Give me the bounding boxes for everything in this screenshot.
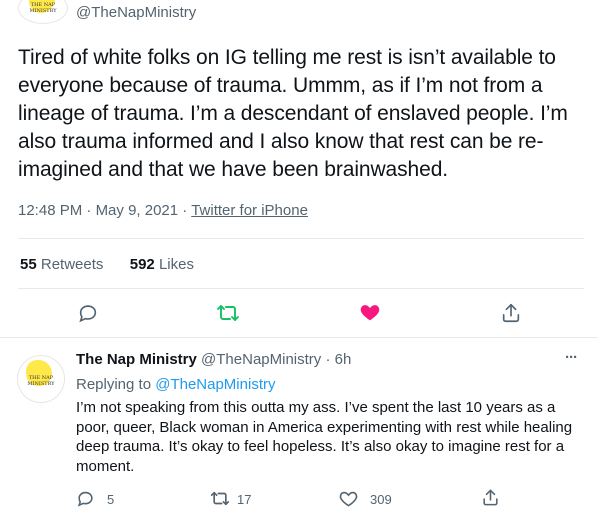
replying-to-handle[interactable]: @TheNapMinistry [155, 376, 275, 393]
more-icon[interactable]: ··· [565, 349, 578, 366]
avatar-text: THE NAP MINISTRY [27, 375, 55, 387]
likes-count: 592 [129, 256, 155, 273]
divider [18, 238, 584, 239]
reply-icon[interactable] [76, 489, 95, 508]
reply-author-name[interactable]: The Nap Ministry [76, 351, 197, 368]
reply-author-handle[interactable]: @TheNapMinistry [201, 351, 321, 368]
reply-text: I’m not speaking from this outta my ass.… [76, 399, 573, 475]
like-icon[interactable] [339, 489, 358, 508]
reply-avatar[interactable]: THE NAP MINISTRY [17, 355, 65, 403]
likes-label: Likes [158, 256, 194, 273]
tweet-handle[interactable]: @TheNapMinistry [76, 4, 196, 21]
divider [18, 288, 584, 289]
retweets-stat[interactable]: 55 Retweets [20, 256, 103, 273]
retweets-label: Retweets [40, 256, 104, 273]
meta-separator: · [182, 202, 188, 219]
reply-count: 5 [107, 492, 115, 507]
like-count: 309 [370, 492, 392, 507]
reply-header: The Nap Ministry @TheNapMinistry · 6h [76, 351, 351, 368]
avatar[interactable]: THE NAP MINISTRY [18, 0, 68, 24]
divider [0, 337, 598, 338]
avatar-text: THE NAP MINISTRY [29, 2, 57, 14]
retweet-icon[interactable] [216, 302, 240, 324]
retweet-icon[interactable] [210, 489, 230, 508]
tweet-date[interactable]: May 9, 2021 [96, 202, 179, 219]
tweet-source-link[interactable]: Twitter for iPhone [191, 202, 308, 219]
likes-stat[interactable]: 592 Likes [130, 256, 194, 273]
tweet-meta: 12:48 PM · May 9, 2021 · Twitter for iPh… [18, 202, 308, 219]
like-icon[interactable] [359, 301, 381, 323]
retweet-count: 17 [237, 492, 252, 507]
share-icon[interactable] [481, 488, 500, 507]
reply-icon[interactable] [77, 302, 99, 324]
meta-separator: · [86, 202, 92, 219]
reply-separator: · [325, 351, 331, 368]
replying-to: Replying to @TheNapMinistry [76, 376, 275, 393]
tweet-time[interactable]: 12:48 PM [18, 202, 82, 219]
reply-time[interactable]: 6h [335, 351, 352, 368]
tweet-stats: 55 Retweets 592 Likes [20, 256, 194, 273]
tweet-text: Tired of white folks on IG telling me re… [18, 46, 568, 181]
replying-to-label: Replying to [76, 376, 152, 393]
share-icon[interactable] [500, 302, 522, 324]
retweets-count: 55 [20, 256, 37, 273]
